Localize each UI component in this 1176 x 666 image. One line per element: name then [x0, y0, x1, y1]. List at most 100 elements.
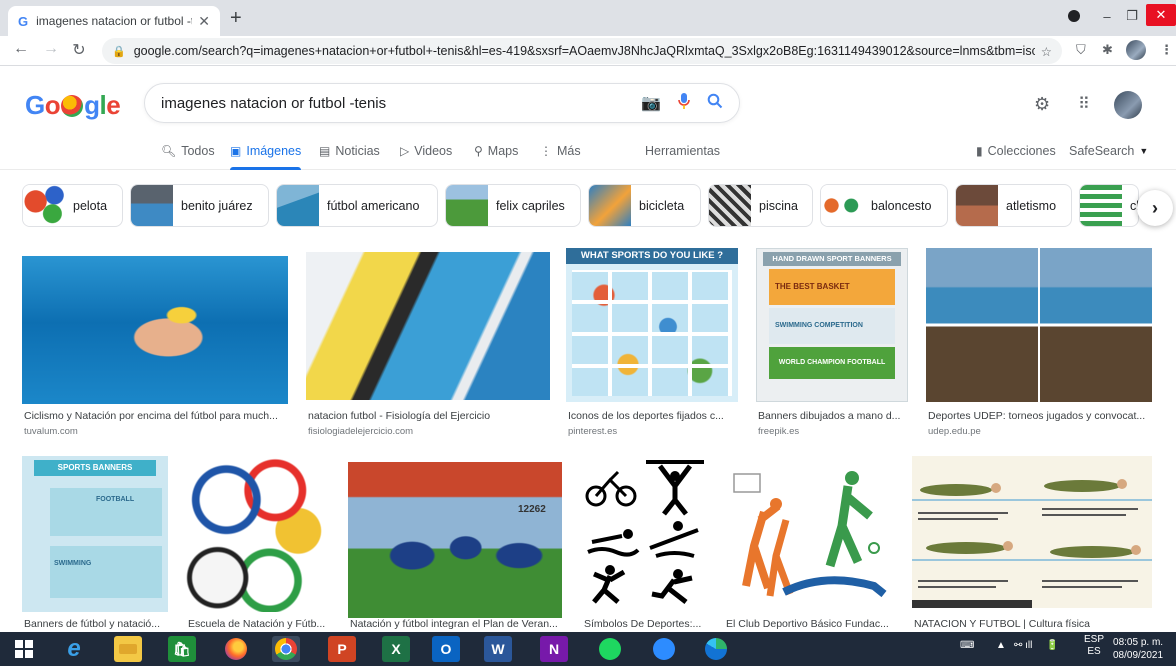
forward-arrow-icon[interactable]: →	[40, 40, 62, 58]
result-thumbnail[interactable]: 12262	[348, 462, 562, 618]
safesearch-dropdown[interactable]: SafeSearch ▼	[1069, 144, 1148, 158]
file-explorer-icon[interactable]	[114, 636, 142, 662]
sports-question-title: WHAT SPORTS DO YOU LIKE ?	[566, 248, 738, 264]
camera-search-icon[interactable]: 📷	[641, 93, 661, 113]
result-thumbnail[interactable]: WHAT SPORTS DO YOU LIKE ?	[566, 248, 738, 402]
image-result[interactable]: natacion futbol - Fisiología del Ejercic…	[306, 248, 550, 448]
tab-noticias[interactable]: ▤ Noticias	[319, 144, 380, 158]
account-avatar[interactable]	[1114, 91, 1142, 119]
reload-icon[interactable]: ↻	[68, 40, 90, 60]
search-input[interactable]	[161, 94, 626, 112]
chip-futbol-americano[interactable]: fútbol americano	[276, 184, 438, 227]
tray-expand-icon[interactable]: ▲	[996, 640, 1006, 651]
chip-felix-capriles[interactable]: felix capriles	[445, 184, 581, 227]
tab-mas[interactable]: ⋮ Más	[540, 144, 581, 158]
tab-maps[interactable]: ⚲ Maps	[474, 144, 518, 158]
google-logo[interactable]: Go gle	[25, 90, 121, 121]
back-arrow-icon[interactable]: ←	[10, 40, 32, 58]
chip-thumbnail	[956, 185, 998, 226]
tab-close-icon[interactable]: ✕	[198, 13, 210, 30]
profile-circle-icon[interactable]	[1062, 0, 1086, 32]
image-result[interactable]: Ciclismo y Natación por encima del fútbo…	[22, 248, 290, 448]
keyboard-icon[interactable]: ⌨	[960, 640, 974, 651]
tools-button[interactable]: Herramientas	[645, 144, 720, 158]
result-thumbnail[interactable]	[582, 456, 708, 612]
result-thumbnail[interactable]	[912, 456, 1152, 608]
result-thumbnail[interactable]	[926, 248, 1152, 402]
windows-taskbar: e 🛍 P X O W N ⌨ ▲ ⚯ ıll 🔋 ESP ES	[0, 632, 1176, 666]
battery-icon[interactable]: 🔋	[1046, 640, 1058, 651]
image-result[interactable]: WHAT SPORTS DO YOU LIKE ? Iconos de los …	[566, 248, 740, 448]
microphone-icon[interactable]	[677, 92, 691, 115]
search-icon[interactable]	[707, 93, 723, 114]
image-result[interactable]: Deportes UDEP: torneos jugados y convoca…	[926, 248, 1154, 448]
edge-icon[interactable]	[702, 636, 730, 662]
settings-gear-icon[interactable]: ⚙	[1034, 94, 1050, 115]
network-icon[interactable]: ⚯ ıll	[1014, 640, 1032, 651]
result-thumbnail[interactable]: HAND DRAWN SPORT BANNERS THE BEST BASKET…	[756, 248, 908, 402]
chevron-right-icon: ›	[1152, 197, 1158, 218]
browser-menu-icon[interactable]: ⋮	[1160, 42, 1173, 58]
chip-bicicleta[interactable]: bicicleta	[588, 184, 701, 227]
chip-pelota[interactable]: pelota	[22, 184, 123, 227]
image-result[interactable]: SPORTS BANNERS FOOTBALL SWIMMING Banners…	[22, 456, 170, 632]
excel-icon[interactable]: X	[382, 636, 410, 662]
minimize-button[interactable]: –	[1094, 0, 1120, 32]
swimming-diagram-graphic	[912, 479, 1152, 608]
result-thumbnail[interactable]: SPORTS BANNERS FOOTBALL SWIMMING	[22, 456, 168, 612]
apps-grid-icon[interactable]: ⠿	[1078, 94, 1090, 114]
banner-basket-text: THE BEST BASKET	[769, 269, 895, 305]
chip-more[interactable]: cl	[1079, 184, 1139, 227]
bookmark-icon: ▮	[976, 144, 983, 158]
spotify-icon[interactable]	[596, 636, 624, 662]
chip-thumbnail	[23, 185, 65, 226]
pin-icon: ⚲	[474, 144, 483, 158]
image-result[interactable]: Escuela de Natación y Fútb...	[186, 456, 332, 632]
browser-tab[interactable]: G imagenes natacion or futbol -ten ✕	[8, 6, 220, 36]
result-thumbnail[interactable]	[724, 456, 894, 612]
chip-thumbnail	[446, 185, 488, 226]
extensions-puzzle-icon[interactable]: ✱	[1102, 42, 1113, 58]
chip-thumbnail	[821, 185, 863, 226]
bookmark-star-icon[interactable]: ☆	[1041, 44, 1052, 59]
profile-avatar[interactable]	[1126, 40, 1146, 60]
tab-videos[interactable]: ▷ Videos	[400, 144, 452, 158]
collections-link[interactable]: ▮ Colecciones	[976, 144, 1056, 158]
chips-next-button[interactable]: ›	[1137, 190, 1173, 226]
address-bar[interactable]: 🔒 google.com/search?q=imagenes+natacion+…	[102, 38, 1062, 64]
tab-todos[interactable]: 🔍︎ Todos	[161, 144, 215, 158]
tab-imagenes[interactable]: ▣ Imágenes	[230, 144, 302, 170]
close-window-button[interactable]: ✕	[1146, 4, 1176, 26]
swimming-label: SWIMMING	[54, 560, 92, 567]
image-result[interactable]: HAND DRAWN SPORT BANNERS THE BEST BASKET…	[756, 248, 910, 448]
taskbar-clock[interactable]: 08:05 p. m. 08/09/2021	[1113, 636, 1163, 662]
store-icon[interactable]: 🛍	[168, 636, 196, 662]
zoom-icon[interactable]	[650, 636, 678, 662]
related-chips: pelota benito juárez fútbol americano fe…	[0, 184, 1176, 228]
firefox-icon[interactable]	[222, 636, 250, 662]
image-result[interactable]: Símbolos De Deportes:...	[582, 456, 710, 632]
banner-football-text: WORLD CHAMPION FOOTBALL	[769, 347, 895, 379]
chip-atletismo[interactable]: atletismo	[955, 184, 1072, 227]
image-result[interactable]: 12262 Natación y fútbol integran el Plan…	[348, 456, 564, 632]
chip-piscina[interactable]: piscina	[708, 184, 813, 227]
result-thumbnail[interactable]	[22, 256, 288, 404]
internet-explorer-icon[interactable]: e	[60, 635, 88, 662]
caret-down-icon: ▼	[1139, 146, 1149, 156]
chrome-icon[interactable]	[272, 636, 300, 662]
new-tab-button[interactable]: +	[230, 8, 242, 28]
language-indicator[interactable]: ESP ES	[1084, 634, 1104, 658]
maximize-button[interactable]: ❐	[1120, 0, 1144, 32]
onenote-icon[interactable]: N	[540, 636, 568, 662]
extension-shield-icon[interactable]: ⛉	[1076, 42, 1086, 58]
windows-start-icon[interactable]	[10, 636, 38, 662]
result-thumbnail[interactable]	[186, 456, 330, 612]
powerpoint-icon[interactable]: P	[328, 636, 356, 662]
chip-baloncesto[interactable]: baloncesto	[820, 184, 948, 227]
word-icon[interactable]: W	[484, 636, 512, 662]
outlook-icon[interactable]: O	[432, 636, 460, 662]
result-thumbnail[interactable]	[306, 252, 550, 400]
chip-benito-juarez[interactable]: benito juárez	[130, 184, 269, 227]
image-result[interactable]: NATACION Y FUTBOL | Cultura física	[912, 456, 1154, 632]
image-result[interactable]: El Club Deportivo Básico Fundac...	[724, 456, 896, 632]
